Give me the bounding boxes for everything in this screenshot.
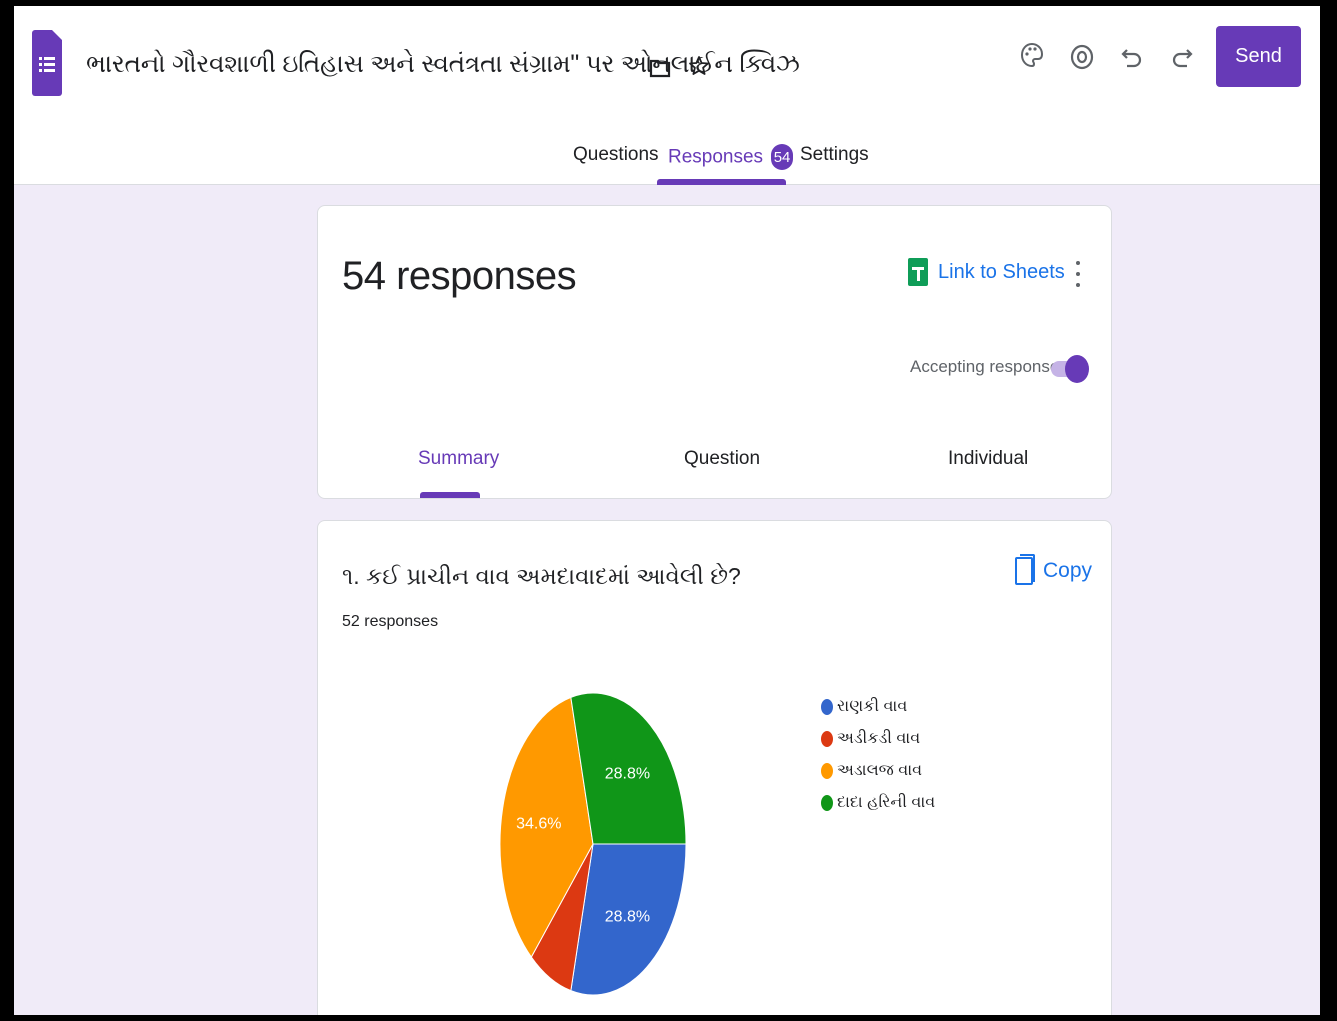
legend-label: રાણકી વાવ bbox=[837, 698, 908, 715]
legend-swatch bbox=[821, 763, 833, 779]
legend-item: દાદા હરિની વાવ bbox=[821, 787, 935, 819]
tab-responses[interactable]: Responses 54 bbox=[668, 144, 794, 170]
tab-responses-label: Responses bbox=[668, 146, 764, 168]
eye-icon[interactable] bbox=[1066, 41, 1098, 73]
responses-title: 54 responses bbox=[342, 254, 577, 298]
folder-icon[interactable] bbox=[644, 52, 676, 84]
subtab-question[interactable]: Question bbox=[684, 448, 760, 470]
responses-count-badge: 54 bbox=[771, 144, 794, 170]
main-tabs: Questions Responses 54 Settings bbox=[14, 134, 1320, 185]
star-icon[interactable] bbox=[683, 50, 715, 82]
tab-settings[interactable]: Settings bbox=[800, 144, 869, 166]
subtab-summary[interactable]: Summary bbox=[418, 448, 499, 470]
legend-label: અડાલજ વાવ bbox=[837, 762, 923, 779]
undo-icon[interactable] bbox=[1116, 41, 1148, 73]
link-to-sheets-label: Link to Sheets bbox=[938, 260, 1065, 283]
pie-data-label: 34.6% bbox=[516, 815, 561, 832]
active-tab-indicator bbox=[657, 179, 786, 185]
legend-item: અડીકડી વાવ bbox=[821, 723, 935, 755]
chart-legend: રાણકી વાવ અડીકડી વાવ અડાલજ વાવ દાદા હરિની વ… bbox=[821, 691, 935, 819]
redo-icon[interactable] bbox=[1166, 41, 1198, 73]
accepting-responses-label: Accepting responses bbox=[910, 357, 1068, 376]
header: ભારતનો ગૌરવશાળી ઇતિહાસ અને સ્વતંત્રતા સં… bbox=[14, 6, 1320, 185]
legend-label: દાદા હરિની વાવ bbox=[837, 794, 936, 811]
link-to-sheets-button[interactable]: Link to Sheets bbox=[908, 258, 1065, 286]
legend-swatch bbox=[821, 795, 833, 811]
legend-item: અડાલજ વાવ bbox=[821, 755, 935, 787]
question-summary-card: ૧. કઈ પ્રાચીન વાવ અમદાવાદમાં આવેલી છે? 5… bbox=[317, 520, 1112, 1015]
pie-data-label: 28.8% bbox=[605, 766, 650, 783]
forms-logo-icon[interactable] bbox=[32, 30, 62, 96]
palette-icon[interactable] bbox=[1016, 40, 1048, 72]
legend-swatch bbox=[821, 731, 833, 747]
tab-questions[interactable]: Questions bbox=[573, 144, 659, 166]
subtab-individual[interactable]: Individual bbox=[948, 448, 1028, 470]
more-options-icon[interactable] bbox=[1068, 258, 1088, 290]
active-subtab-indicator bbox=[420, 492, 480, 498]
legend-item: રાણકી વાવ bbox=[821, 691, 935, 723]
send-button[interactable]: Send bbox=[1216, 26, 1301, 87]
responses-summary-card: 54 responses Link to Sheets Accepting re… bbox=[317, 205, 1112, 499]
accepting-responses-toggle[interactable] bbox=[1049, 353, 1089, 385]
pie-data-label: 28.8% bbox=[605, 908, 650, 925]
sheets-icon bbox=[908, 258, 928, 286]
legend-label: અડીકડી વાવ bbox=[837, 730, 921, 747]
app-frame: ભારતનો ગૌરવશાળી ઇતિહાસ અને સ્વતંત્રતા સં… bbox=[14, 6, 1320, 1015]
pie-chart: 28.8% 34.6% 28.8% bbox=[499, 692, 687, 996]
legend-swatch bbox=[821, 699, 833, 715]
